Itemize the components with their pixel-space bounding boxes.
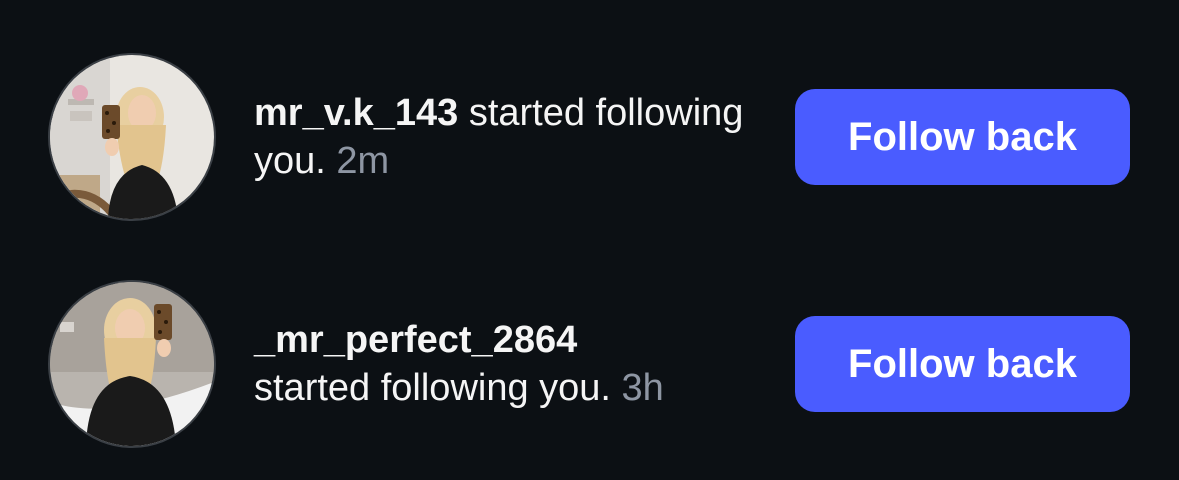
notification-text: _mr_perfect_2864 started following you. … — [254, 316, 754, 412]
notification-row: mr_v.k_143 started following you. 2m Fol… — [0, 53, 1179, 223]
activity-list: mr_v.k_143 started following you. 2m Fol… — [0, 0, 1179, 480]
avatar[interactable] — [48, 280, 216, 448]
avatar[interactable] — [48, 53, 216, 221]
follow-back-button[interactable]: Follow back — [795, 89, 1130, 185]
notification-time: 3h — [621, 367, 664, 409]
avatar-photo — [50, 282, 214, 446]
follow-back-button[interactable]: Follow back — [795, 316, 1130, 412]
username-link[interactable]: _mr_perfect_2864 — [254, 319, 577, 361]
notification-time: 2m — [336, 140, 390, 182]
avatar-photo — [50, 55, 214, 219]
notification-text: mr_v.k_143 started following you. 2m — [254, 89, 754, 185]
notification-row: _mr_perfect_2864 started following you. … — [0, 280, 1179, 450]
notification-message: started following you. — [254, 367, 611, 409]
username-link[interactable]: mr_v.k_143 — [254, 92, 458, 134]
